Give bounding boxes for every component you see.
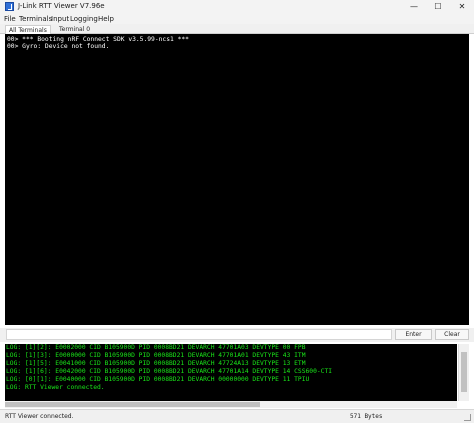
terminal-input-field[interactable] (6, 329, 392, 340)
menu-bar: File Terminals Input Logging Help (0, 14, 474, 24)
menu-help[interactable]: Help (98, 15, 114, 23)
log-panel[interactable]: LOG: [1][2]: E0002000 CID B105900D PID 0… (5, 344, 457, 401)
maximize-button[interactable]: ☐ (426, 0, 450, 14)
terminal-line: 00> Gyro: Device not found. (7, 43, 110, 50)
status-bar: RTT Viewer connected. 571 Bytes (0, 409, 474, 423)
minimize-button[interactable]: — (402, 0, 426, 14)
jlink-app-icon (5, 2, 14, 11)
menu-input[interactable]: Input (51, 15, 69, 23)
connection-status: RTT Viewer connected. (5, 413, 74, 420)
clear-button[interactable]: Clear (435, 329, 469, 340)
log-line: LOG: [1][6]: E0042000 CID B105900D PID 0… (6, 368, 333, 375)
resize-grip-icon[interactable] (464, 414, 471, 421)
tab-terminal-0[interactable]: Terminal 0 (56, 25, 93, 34)
log-vertical-scrollbar[interactable] (458, 344, 469, 401)
log-line: LOG: [1][2]: E0002000 CID B105900D PID 0… (6, 344, 306, 351)
terminal-line: 00> *** Booting nRF Connect SDK v3.5.99-… (7, 36, 189, 43)
log-horizontal-scrollbar[interactable] (5, 401, 457, 408)
log-line: LOG: [1][5]: E0041000 CID B105900D PID 0… (6, 360, 306, 367)
menu-terminals[interactable]: Terminals (19, 15, 52, 23)
window-title: J-Link RTT Viewer V7.96e (18, 2, 105, 10)
log-vertical-scroll-thumb[interactable] (461, 352, 467, 392)
terminal-output[interactable]: 00> *** Booting nRF Connect SDK v3.5.99-… (5, 34, 469, 325)
byte-count: 571 Bytes (350, 413, 383, 420)
tab-all-terminals[interactable]: All Terminals (5, 25, 51, 34)
title-bar: J-Link RTT Viewer V7.96e — ☐ ✕ (0, 0, 474, 14)
close-button[interactable]: ✕ (450, 0, 474, 14)
menu-logging[interactable]: Logging (70, 15, 98, 23)
terminal-tab-bar: All Terminals Terminal 0 (0, 24, 474, 34)
log-line: LOG: RTT Viewer connected. (6, 384, 105, 391)
log-line: LOG: [0][1]: E0040000 CID B105900D PID 0… (6, 376, 310, 383)
input-row: Enter Clear (0, 328, 474, 342)
enter-button[interactable]: Enter (395, 329, 432, 340)
log-line: LOG: [1][3]: E0000000 CID B105900D PID 0… (6, 352, 306, 359)
menu-file[interactable]: File (4, 15, 16, 23)
log-horizontal-scroll-thumb[interactable] (5, 402, 260, 407)
